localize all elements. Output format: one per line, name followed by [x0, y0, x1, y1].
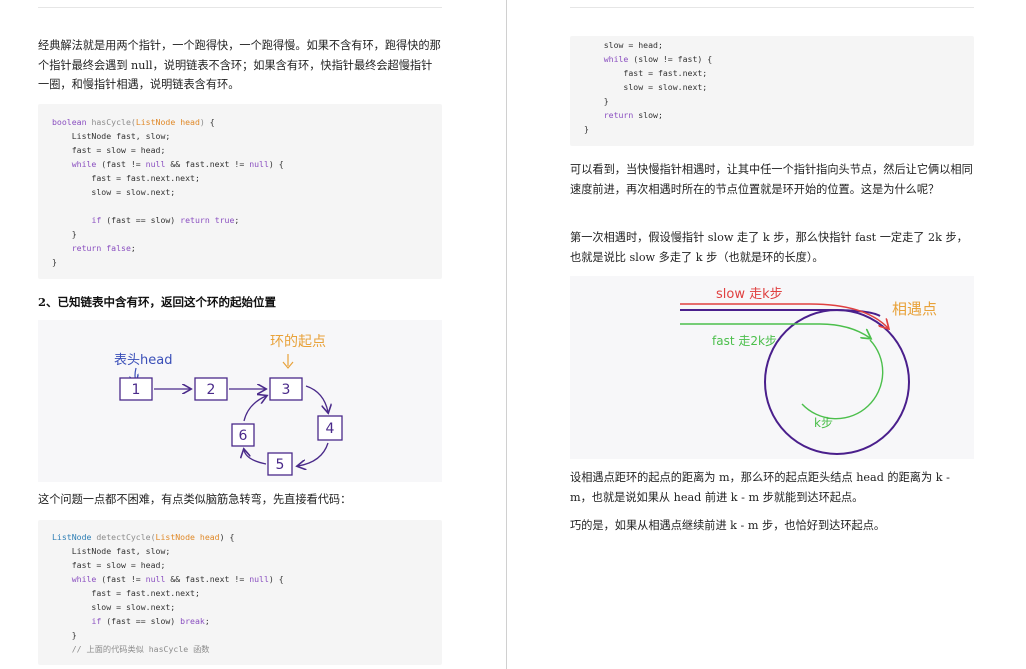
k-steps-label: k步: [814, 416, 833, 430]
code-line: }: [584, 96, 609, 106]
code-line: fast = fast.next.next;: [52, 588, 200, 598]
code-line: while (fast != null && fast.next != null…: [71, 574, 284, 584]
right-page: slow = head; while (slow != fast) { fast…: [508, 0, 1026, 669]
code-block-continued[interactable]: slow = head; while (slow != fast) { fast…: [570, 36, 974, 146]
code-line: slow = slow.next;: [52, 602, 176, 612]
code-line: slow = slow.next;: [52, 187, 176, 197]
code-line: return slow;: [603, 110, 663, 120]
code-line: return false;: [71, 243, 136, 253]
svg-text:4: 4: [326, 421, 335, 437]
cycle-diagram: slow 走k步 fast 走2k步 相遇点 k步: [680, 287, 937, 455]
linked-list-cycle-figure: 表头head 环的起点 1 2 3 4 5 6: [38, 320, 442, 482]
intro-paragraph: 经典解法就是用两个指针，一个跑得快，一个跑得慢。如果不含有环，跑得快的那个指针最…: [38, 39, 441, 91]
fast-slow-pointer-figure: slow 走k步 fast 走2k步 相遇点 k步: [570, 276, 974, 459]
code-line: fast = slow = head;: [52, 145, 166, 155]
page-divider: [506, 0, 507, 669]
code-line: fast = slow = head;: [52, 560, 166, 570]
code-line: while (slow != fast) {: [603, 54, 713, 64]
inner-loop-arrow: [801, 339, 884, 420]
head-label: 表头head: [114, 353, 172, 368]
explanation-paragraph: 可以看到，当快慢指针相遇时，让其中任一个指针指向头节点，然后让它俩以相同速度前进…: [570, 163, 973, 196]
list-node-2: 2: [194, 377, 228, 401]
code-line: ListNode detectCycle(ListNode head) {: [52, 532, 235, 542]
code-comment: // 上面的代码类似 hasCycle 函数: [52, 644, 210, 654]
code-line: }: [584, 124, 589, 134]
meeting-point-label: 相遇点: [892, 300, 937, 318]
distance-paragraph: 设相遇点距环的起点的距离为 m，那么环的起点距头结点 head 的距离为 k -…: [570, 471, 950, 504]
slow-label: slow 走k步: [716, 287, 783, 302]
code-line: ListNode fast, slow;: [52, 546, 171, 556]
list-node-6: 6: [231, 423, 255, 447]
svg-text:5: 5: [276, 457, 285, 473]
list-node-3: 3: [269, 377, 303, 401]
code-line: slow = slow.next;: [584, 82, 708, 92]
code-line: if (fast == slow) break;: [91, 616, 210, 626]
linked-list-diagram: 表头head 环的起点 1 2 3 4 5 6: [114, 334, 343, 476]
code-line: }: [52, 229, 77, 239]
cycle-start-label: 环的起点: [270, 334, 326, 350]
code-line: fast = fast.next;: [584, 68, 708, 78]
code-line: boolean hasCycle(ListNode head) {: [52, 117, 215, 127]
list-node-4: 4: [317, 415, 343, 441]
code-line: fast = fast.next.next;: [52, 173, 200, 183]
code-block-detectcycle[interactable]: ListNode detectCycle(ListNode head) { Li…: [38, 520, 442, 665]
list-node-5: 5: [267, 452, 293, 476]
code-line: ListNode fast, slow;: [52, 131, 171, 141]
code-line: }: [52, 257, 57, 267]
left-page: 经典解法就是用两个指针，一个跑得快，一个跑得慢。如果不含有环，跑得快的那个指针最…: [0, 0, 506, 669]
svg-text:2: 2: [207, 382, 216, 398]
svg-text:6: 6: [239, 428, 248, 444]
code-intro-paragraph: 这个问题一点都不困难，有点类似脑筋急转弯，先直接看代码：: [38, 493, 352, 506]
code-line: }: [52, 630, 77, 640]
code-line: slow = head;: [584, 40, 663, 50]
list-node-1: 1: [119, 377, 153, 401]
code-block-hascycle[interactable]: boolean hasCycle(ListNode head) { ListNo…: [38, 104, 442, 279]
svg-text:1: 1: [132, 382, 141, 398]
code-line: if (fast == slow) return true;: [91, 215, 240, 225]
cycle-ring: [764, 309, 910, 455]
conclusion-paragraph: 巧的是，如果从相遇点继续前进 k - m 步，也恰好到达环起点。: [570, 519, 886, 532]
top-rule: [38, 7, 442, 8]
section-heading: 2、已知链表中含有环，返回这个环的起始位置: [38, 295, 276, 309]
first-meet-paragraph: 第一次相遇时，假设慢指针 slow 走了 k 步，那么快指针 fast 一定走了…: [570, 231, 968, 264]
top-rule: [570, 7, 974, 8]
code-line: while (fast != null && fast.next != null…: [71, 159, 284, 169]
fast-label: fast 走2k步: [712, 334, 777, 348]
svg-text:3: 3: [282, 382, 291, 398]
